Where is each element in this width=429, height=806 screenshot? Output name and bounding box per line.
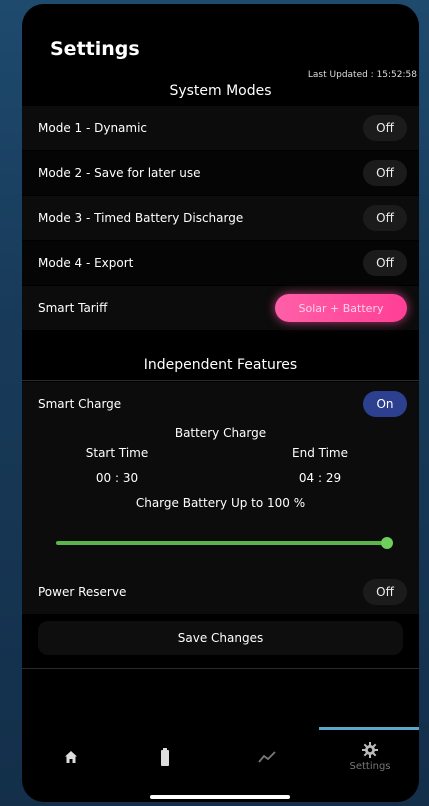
- smart-tariff-select[interactable]: Solar + Battery: [275, 294, 407, 322]
- charge-target-text: Charge Battery Up to 100 %: [135, 496, 306, 510]
- save-changes-button[interactable]: Save Changes: [38, 621, 403, 655]
- end-time-value[interactable]: 04 : 29: [275, 471, 365, 485]
- divider: [22, 380, 419, 381]
- start-time-label: Start Time: [85, 446, 149, 460]
- mode-2-row: Mode 2 - Save for later use Off: [22, 151, 419, 195]
- start-time-value[interactable]: 00 : 30: [72, 471, 162, 485]
- mode-3-toggle[interactable]: Off: [363, 205, 407, 231]
- smart-tariff-row: Smart Tariff Solar + Battery: [22, 286, 419, 330]
- end-time-label: End Time: [292, 446, 348, 460]
- chart-line-icon: [258, 751, 276, 763]
- tab-settings[interactable]: Settings: [335, 727, 405, 787]
- tab-bar: Settings: [22, 727, 419, 787]
- smart-tariff-label: Smart Tariff: [38, 301, 108, 315]
- mode-4-row: Mode 4 - Export Off: [22, 241, 419, 285]
- smart-charge-label: Smart Charge: [38, 397, 122, 411]
- tab-battery[interactable]: [130, 727, 200, 787]
- tab-stats[interactable]: [232, 727, 302, 787]
- mode-3-label: Mode 3 - Timed Battery Discharge: [38, 211, 244, 225]
- divider: [22, 668, 419, 669]
- home-indicator: [150, 795, 290, 799]
- mode-2-toggle[interactable]: Off: [363, 160, 407, 186]
- last-updated-label: Last Updated : 15:52:58: [307, 70, 417, 80]
- mode-2-label: Mode 2 - Save for later use: [38, 166, 201, 180]
- charge-slider-track[interactable]: [56, 541, 389, 545]
- charge-slider-thumb[interactable]: [381, 537, 393, 549]
- mode-4-label: Mode 4 - Export: [38, 256, 134, 270]
- tab-home[interactable]: [36, 727, 106, 787]
- battery-charge-heading: Battery Charge: [174, 426, 267, 440]
- system-modes-heading: System Modes: [169, 83, 272, 99]
- power-reserve-toggle[interactable]: Off: [363, 579, 407, 605]
- gear-icon: [362, 742, 378, 758]
- mode-1-row: Mode 1 - Dynamic Off: [22, 106, 419, 150]
- power-reserve-row: Power Reserve Off: [22, 570, 419, 614]
- smart-charge-toggle[interactable]: On: [363, 391, 407, 417]
- mode-1-toggle[interactable]: Off: [363, 115, 407, 141]
- battery-icon: [161, 748, 169, 766]
- page-title: Settings: [50, 38, 140, 60]
- mode-1-label: Mode 1 - Dynamic: [38, 121, 148, 135]
- power-reserve-label: Power Reserve: [38, 585, 127, 599]
- tab-settings-label: Settings: [349, 761, 391, 772]
- smart-charge-row: Smart Charge On: [22, 382, 419, 426]
- home-icon: [65, 751, 77, 763]
- mode-4-toggle[interactable]: Off: [363, 250, 407, 276]
- phone-screen: Settings Last Updated : 15:52:58 System …: [22, 4, 419, 802]
- independent-features-heading: Independent Features: [143, 357, 298, 373]
- mode-3-row: Mode 3 - Timed Battery Discharge Off: [22, 196, 419, 240]
